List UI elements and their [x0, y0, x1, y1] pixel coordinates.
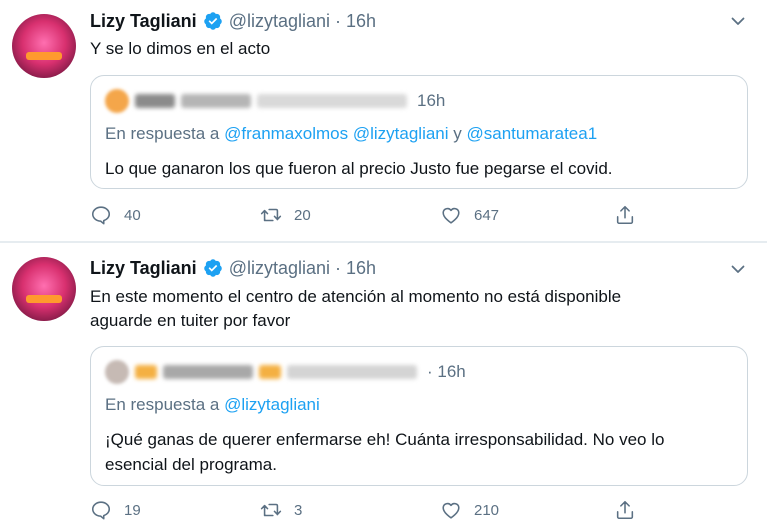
- tweet[interactable]: Lizy Tagliani @lizytagliani · 16h Y se l…: [0, 0, 767, 242]
- tweet-actions: 40 20 647: [90, 204, 650, 228]
- retweet-button[interactable]: 20: [260, 204, 311, 226]
- author-name[interactable]: Lizy Tagliani: [90, 258, 197, 279]
- retweet-icon: [260, 503, 282, 517]
- like-button[interactable]: 210: [440, 499, 499, 521]
- quoted-timestamp[interactable]: · 16h: [427, 362, 466, 382]
- quoted-tweet[interactable]: · 16h En respuesta a @lizytagliani ¡Qué …: [90, 346, 748, 486]
- quoted-tweet-text: Lo que ganaron los que fueron al precio …: [105, 159, 613, 178]
- share-icon: [616, 500, 634, 520]
- tweet-header: Lizy Tagliani @lizytagliani · 16h: [90, 9, 376, 33]
- reply-joiner: y: [453, 124, 462, 143]
- quoted-tweet-text: ¡Qué ganas de querer enfermarse eh! Cuán…: [105, 427, 735, 477]
- reply-prefix: En respuesta a: [105, 395, 220, 414]
- mention-link[interactable]: @lizytagliani: [353, 124, 449, 143]
- blurred-name: [163, 365, 253, 379]
- tweet-actions: 19 3 210: [90, 499, 650, 523]
- share-button[interactable]: [614, 204, 648, 226]
- reply-context: En respuesta a @franmaxolmos @lizytaglia…: [105, 124, 597, 144]
- quoted-timestamp[interactable]: 16h: [417, 91, 445, 111]
- reply-icon: [91, 501, 111, 520]
- blurred-avatar: [105, 89, 129, 113]
- author-name[interactable]: Lizy Tagliani: [90, 11, 197, 32]
- verified-badge-icon: [203, 259, 222, 277]
- reply-icon: [91, 206, 111, 225]
- quoted-text-line: ¡Qué ganas de querer enfermarse eh! Cuán…: [105, 430, 665, 449]
- quoted-tweet-header: · 16h: [105, 359, 466, 385]
- blurred-emoji: [259, 365, 281, 379]
- blurred-name: [181, 94, 251, 108]
- share-icon: [616, 205, 634, 225]
- tweet-text-line: aguarde en tuiter por favor: [90, 311, 291, 330]
- author-handle[interactable]: @lizytagliani: [229, 258, 330, 279]
- blurred-handle: [287, 365, 417, 379]
- mention-link[interactable]: @lizytagliani: [224, 395, 320, 414]
- blurred-handle: [257, 94, 407, 108]
- tweet-text: En este momento el centro de atención al…: [90, 285, 730, 333]
- quoted-tweet-header: 16h: [105, 88, 445, 114]
- retweet-count: 3: [294, 501, 303, 519]
- blurred-emoji: [135, 365, 157, 379]
- chevron-down-icon[interactable]: [731, 262, 745, 276]
- tweet[interactable]: Lizy Tagliani @lizytagliani · 16h En est…: [0, 243, 767, 529]
- separator-dot: ·: [335, 10, 341, 31]
- heart-icon: [442, 502, 460, 519]
- timestamp[interactable]: 16h: [346, 258, 376, 279]
- reply-count: 40: [124, 206, 141, 224]
- like-button[interactable]: 647: [440, 204, 499, 226]
- retweet-icon: [260, 208, 282, 222]
- avatar-decoration: [26, 295, 62, 303]
- verified-badge-icon: [203, 12, 222, 30]
- quoted-text-line: esencial del programa.: [105, 455, 277, 474]
- mention-link[interactable]: @santumaratea1: [467, 124, 598, 143]
- tweet-text-line: En este momento el centro de atención al…: [90, 287, 622, 306]
- retweet-button[interactable]: 3: [260, 499, 302, 521]
- separator-dot: ·: [335, 257, 341, 278]
- tweet-header: Lizy Tagliani @lizytagliani · 16h: [90, 256, 376, 280]
- chevron-down-icon[interactable]: [731, 14, 745, 28]
- retweet-count: 20: [294, 206, 311, 224]
- timestamp[interactable]: 16h: [346, 11, 376, 32]
- avatar[interactable]: [12, 14, 76, 78]
- share-button[interactable]: [614, 499, 648, 521]
- reply-context: En respuesta a @lizytagliani: [105, 395, 320, 415]
- author-handle[interactable]: @lizytagliani: [229, 11, 330, 32]
- reply-prefix: En respuesta a: [105, 124, 220, 143]
- tweet-text: Y se lo dimos en el acto: [90, 39, 271, 58]
- heart-icon: [442, 207, 460, 224]
- avatar[interactable]: [12, 257, 76, 321]
- like-count: 647: [474, 206, 500, 224]
- quoted-tweet[interactable]: 16h En respuesta a @franmaxolmos @lizyta…: [90, 75, 748, 189]
- like-count: 210: [474, 501, 500, 519]
- blurred-name: [135, 94, 175, 108]
- reply-count: 19: [124, 501, 141, 519]
- reply-button[interactable]: 40: [90, 204, 141, 226]
- reply-button[interactable]: 19: [90, 499, 141, 521]
- mention-link[interactable]: @franmaxolmos: [224, 124, 348, 143]
- avatar-decoration: [26, 52, 62, 60]
- blurred-avatar: [105, 360, 129, 384]
